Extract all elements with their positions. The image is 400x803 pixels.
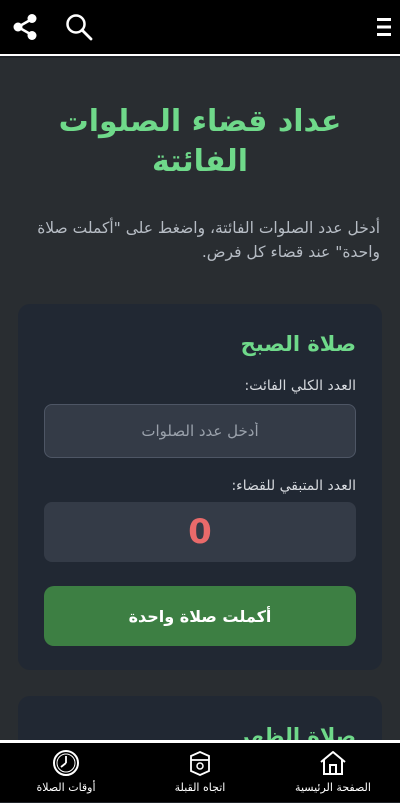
kaaba-icon xyxy=(190,751,210,776)
share-icon[interactable] xyxy=(10,12,40,42)
remaining-label: العدد المتبقي للقضاء: xyxy=(231,478,356,494)
page-title: عداد قضاء الصلوات الفائتة xyxy=(58,104,342,179)
clock-icon xyxy=(53,750,79,776)
nav-prayer-times[interactable]: أوقات الصلاة xyxy=(6,749,126,803)
prayer-name: صلاة الظهر xyxy=(237,724,356,740)
prayer-name: صلاة الصبح xyxy=(240,332,356,356)
nav-qibla[interactable]: اتجاه القبلة xyxy=(140,749,260,803)
complete-one-prayer-button[interactable]: أكملت صلاة واحدة xyxy=(44,586,356,646)
menu-icon[interactable] xyxy=(376,12,392,42)
main-content: عداد قضاء الصلوات الفائتة أدخل عدد الصلو… xyxy=(0,58,400,740)
total-missed-label: العدد الكلي الفائت: xyxy=(244,378,356,394)
nav-home[interactable]: الصفحة الرئيسية xyxy=(273,749,393,803)
nav-home-label: الصفحة الرئيسية xyxy=(295,781,371,794)
search-icon[interactable] xyxy=(64,12,94,42)
prayer-card-fajr: صلاة الصبح العدد الكلي الفائت: العدد الم… xyxy=(18,304,382,670)
bottom-navigation: الصفحة الرئيسية اتجاه القبلة أوقات الصلا… xyxy=(0,740,400,802)
total-missed-input[interactable] xyxy=(44,404,356,458)
home-icon xyxy=(320,751,346,775)
top-bar xyxy=(0,0,400,56)
nav-qibla-label: اتجاه القبلة xyxy=(174,781,226,794)
prayer-card-dhuhr: صلاة الظهر xyxy=(18,696,382,740)
nav-prayer-times-label: أوقات الصلاة xyxy=(36,781,96,794)
intro-text: أدخل عدد الصلوات الفائتة، واضغط على "أكم… xyxy=(37,219,380,261)
remaining-count: 0 xyxy=(44,502,356,562)
